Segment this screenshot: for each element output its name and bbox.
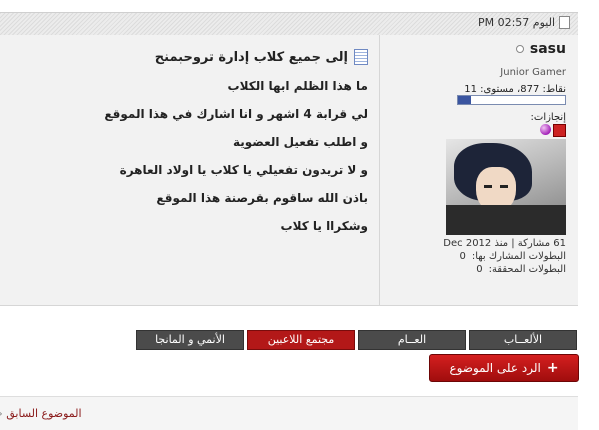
post-line: و لا تريدون تفعيلي يا كلاب يا اولاد العا… <box>119 163 368 177</box>
post-content: إلى جميع كلاب إدارة تروحبمنح ما هذا الظل… <box>8 49 368 233</box>
badges-label: إنجازات: <box>530 112 566 123</box>
post-header: اليوم 02:57 PM <box>0 12 578 36</box>
tag-gamers-community[interactable]: مجتمع اللاعبين <box>247 330 355 350</box>
badge-icons <box>540 124 566 137</box>
offline-status-icon <box>515 45 524 53</box>
post-line: ما هذا الظلم ابها الكلاب <box>227 79 368 93</box>
document-icon <box>354 49 368 65</box>
post-line: وشكراا يا كلاب <box>280 219 368 233</box>
level-progress-bar <box>457 95 566 105</box>
reply-button-label: الرد على الموضوع <box>449 361 541 375</box>
tournaments-won-row: البطولات المحققة: 0 <box>443 263 566 276</box>
post-body: sasu Junior Gamer نقاط: 877، مستوى: 11 إ… <box>0 35 578 306</box>
user-posts-joined: 61 مشاركة | منذ Dec 2012 <box>443 238 566 249</box>
tag-general[interactable]: العــام <box>358 330 466 350</box>
flag-badge-icon[interactable] <box>553 124 566 137</box>
previous-thread-link[interactable]: الموضوع السابق « <box>0 407 82 420</box>
tag-games[interactable]: الألعــاب <box>469 330 577 350</box>
tag-anime-manga[interactable]: الأنمي و المانجا <box>136 330 244 350</box>
post-title-text: إلى جميع كلاب إدارة تروحبمنح <box>154 49 348 65</box>
avatar-eye <box>484 185 492 188</box>
plus-icon: + <box>546 360 559 376</box>
double-arrow-icon: « <box>0 407 3 420</box>
user-points: نقاط: 877، مستوى: 11 <box>464 84 566 95</box>
tournaments-joined-value: 0 <box>459 251 466 262</box>
post-doc-icon <box>559 16 570 29</box>
previous-thread-label[interactable]: الموضوع السابق <box>6 407 81 420</box>
thread-navigation: الموضوع السابق « <box>0 396 578 430</box>
post-title: إلى جميع كلاب إدارة تروحبمنح <box>8 49 368 65</box>
tournaments-won-label: البطولات المحققة: <box>488 264 566 275</box>
reply-button[interactable]: + الرد على الموضوع <box>429 354 579 382</box>
tournaments-won-value: 0 <box>476 264 483 275</box>
post-line: و اطلب تفعيل العضوية <box>232 135 368 149</box>
avatar-eye <box>500 185 508 188</box>
tournaments-joined-row: البطولات المشارك بها: 0 <box>443 250 566 263</box>
level-progress-fill <box>458 96 471 104</box>
orb-badge-icon[interactable] <box>540 124 551 135</box>
post-date-text: اليوم 02:57 PM <box>477 16 555 29</box>
tournaments-joined-label: البطولات المشارك بها: <box>471 251 566 262</box>
username-text[interactable]: sasu <box>530 41 566 57</box>
user-info-panel: sasu Junior Gamer نقاط: 877، مستوى: 11 إ… <box>379 35 578 305</box>
user-title: Junior Gamer <box>500 67 566 78</box>
avatar-clothes <box>446 205 566 235</box>
user-stats: 61 مشاركة | منذ Dec 2012 البطولات المشار… <box>443 237 566 276</box>
avatar[interactable] <box>446 139 566 235</box>
thread-tags: الألعــاب العــام مجتمع اللاعبين الأنمي … <box>136 330 577 350</box>
username[interactable]: sasu <box>515 41 566 57</box>
post-date: اليوم 02:57 PM <box>478 16 570 29</box>
post-line: باذن الله ساقوم بقرصنة هذا الموقع <box>156 191 368 205</box>
post-line: لي قرابة 4 اشهر و انا اشارك في هذا الموق… <box>104 107 368 121</box>
